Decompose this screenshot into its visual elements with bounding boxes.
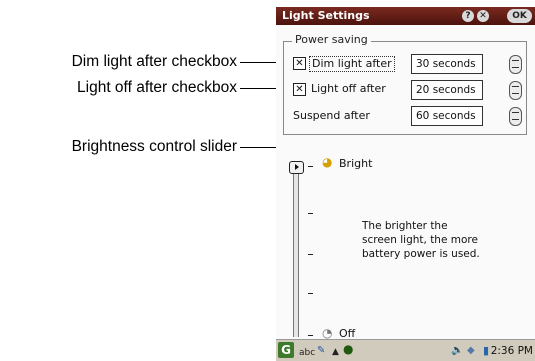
help-button[interactable]: ? [462, 10, 474, 22]
light-off-spin-button[interactable] [509, 81, 522, 100]
dim-light-value-field[interactable]: 30 seconds [411, 54, 483, 74]
close-button[interactable]: ✕ [477, 10, 489, 22]
brightness-slider-track[interactable] [293, 162, 299, 337]
light-bulb-on-icon: ◕ [322, 155, 333, 169]
dim-light-checkbox[interactable]: ✕ [293, 57, 306, 70]
input-mode-label[interactable]: abc [299, 346, 315, 360]
device-screen: Light Settings ? ✕ OK Power saving ✕ Dim… [276, 7, 535, 361]
callout-light-off: Light off after checkbox [77, 79, 237, 96]
slider-tick [308, 335, 313, 336]
brightness-info-text: The brighter the screen light, the more … [362, 220, 480, 260]
light-off-value-field[interactable]: 20 seconds [411, 80, 483, 100]
light-off-checkbox[interactable]: ✕ [293, 83, 306, 96]
callout-dim-light: Dim light after checkbox [71, 53, 237, 70]
slider-tick [308, 213, 313, 214]
globe-icon[interactable]: ● [343, 342, 353, 356]
callout-brightness-slider: Brightness control slider [71, 138, 237, 155]
speaker-icon[interactable]: 🔈 [451, 344, 463, 358]
slider-tick [308, 254, 313, 255]
battery-icon: ▮ [483, 344, 490, 357]
start-icon[interactable]: G [278, 342, 294, 358]
light-off-label: Light off after [311, 82, 386, 95]
light-bulb-off-icon: ◔ [322, 326, 333, 340]
ok-button[interactable]: OK [507, 9, 532, 23]
dim-light-spin-button[interactable] [509, 55, 522, 74]
brightness-slider-thumb[interactable] [289, 161, 304, 174]
suspend-value-field[interactable]: 60 seconds [411, 106, 483, 126]
network-icon[interactable]: ◆ [467, 344, 475, 358]
window-title: Light Settings [282, 9, 370, 22]
bright-label: Bright [339, 157, 373, 170]
dialog-content: Power saving ✕ Dim light after 30 second… [276, 25, 535, 340]
clock: 2:36 PM [490, 345, 533, 357]
suspend-label: Suspend after [293, 109, 370, 122]
power-saving-legend: Power saving [292, 33, 371, 47]
slider-tick [308, 166, 313, 167]
dim-light-label: Dim light after [309, 56, 395, 72]
slider-tick [308, 293, 313, 294]
taskbar: G abc ✎ ▲ ● 🔈 ◆ ▮ 2:36 PM [276, 339, 535, 361]
arrow-up-icon[interactable]: ▲ [332, 345, 339, 359]
pen-icon[interactable]: ✎ [317, 344, 325, 358]
title-bar: Light Settings ? ✕ OK [276, 7, 535, 25]
suspend-spin-button[interactable] [509, 107, 522, 126]
